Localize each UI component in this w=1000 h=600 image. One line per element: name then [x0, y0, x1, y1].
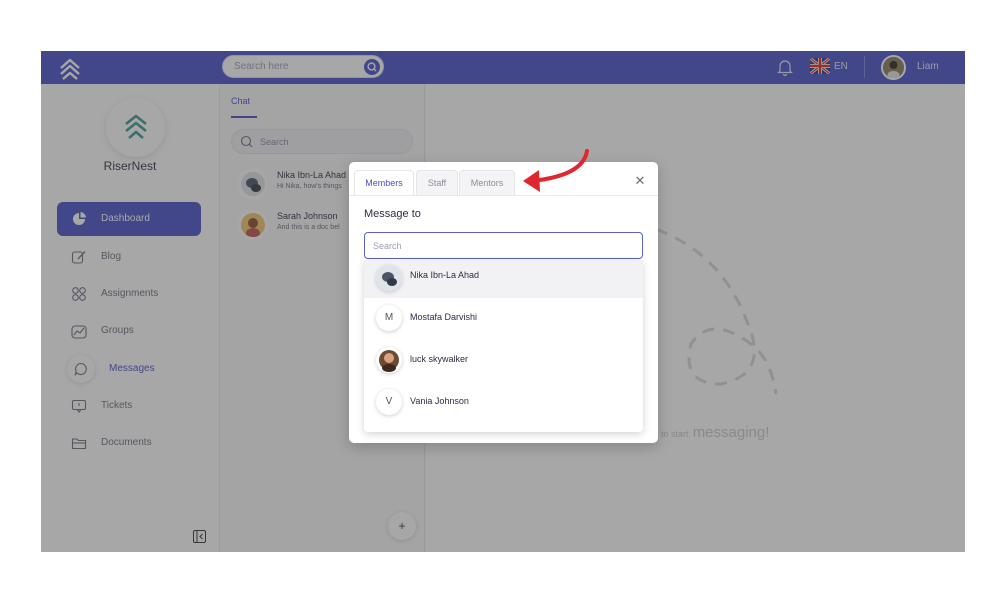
avatar-photo-icon [379, 350, 399, 372]
tabs-divider [349, 195, 658, 196]
annotation-arrow-icon [523, 149, 589, 192]
tab-staff[interactable]: Staff [416, 170, 458, 196]
message-to-dialog: Members Staff Mentors ✕ Message to Searc… [349, 162, 658, 443]
member-name: Nika Ibn-La Ahad [410, 270, 480, 280]
list-item[interactable]: V Vania Johnson [364, 384, 643, 422]
tab-mentors[interactable]: Mentors [459, 170, 515, 196]
member-name: Vania Johnson [410, 396, 469, 406]
avatar-initial: V [376, 389, 402, 415]
avatar-photo-icon [376, 265, 402, 291]
avatar [376, 265, 402, 291]
close-icon[interactable]: ✕ [633, 174, 647, 188]
list-item[interactable]: luck skywalker [364, 342, 643, 380]
member-name: Mostafa Darvishi [410, 312, 478, 322]
member-name: luck skywalker [410, 354, 469, 364]
avatar-initial: M [376, 305, 402, 331]
member-results-list: Nika Ibn-La Ahad M Mostafa Darvishi luck… [364, 260, 643, 432]
list-item[interactable]: M Mostafa Darvishi [364, 300, 643, 338]
list-item[interactable]: Nika Ibn-La Ahad [364, 260, 643, 298]
member-search-input[interactable]: Search [364, 232, 643, 259]
avatar [376, 347, 402, 373]
tab-members[interactable]: Members [354, 170, 414, 196]
dialog-title: Message to [364, 208, 421, 220]
member-search-placeholder: Search [373, 241, 402, 251]
